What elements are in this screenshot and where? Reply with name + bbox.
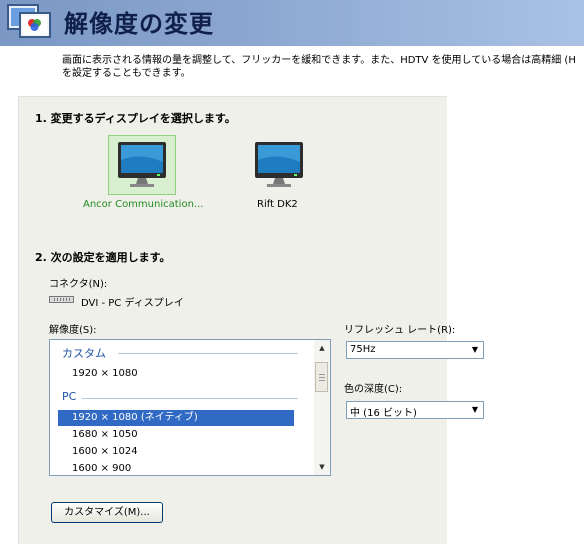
- group-divider: [82, 398, 298, 399]
- list-item-selected[interactable]: 1920 × 1080 (ネイティブ): [58, 410, 294, 426]
- description-text: 画面に表示される情報の量を調整して、フリッカーを緩和できます。また、HDTV を…: [62, 55, 576, 79]
- resolution-list[interactable]: カスタム 1920 × 1080 PC 1920 × 1080 (ネイティブ) …: [49, 339, 331, 476]
- settings-panel: 1. 変更するディスプレイを選択します。 Ancor Communication…: [18, 96, 447, 544]
- group-header-pc: PC: [62, 390, 77, 403]
- color-depth-value: 中 (16 ビット): [350, 408, 417, 419]
- step1-title: 1. 変更するディスプレイを選択します。: [35, 112, 236, 125]
- scroll-thumb[interactable]: [315, 362, 328, 392]
- refresh-rate-label: リフレッシュ レート(R):: [344, 325, 456, 336]
- monitor-icon: [255, 142, 303, 187]
- customize-button[interactable]: カスタマイズ(M)...: [51, 502, 163, 523]
- connector-label: コネクタ(N):: [49, 279, 108, 290]
- chevron-down-icon: ▼: [471, 345, 479, 354]
- connector-icon: [49, 296, 74, 303]
- step2-title: 2. 次の設定を適用します。: [35, 251, 171, 264]
- color-depth-label: 色の深度(C):: [344, 384, 403, 395]
- monitor-2-label: Rift DK2: [257, 199, 298, 210]
- group-header-custom: カスタム: [62, 347, 106, 360]
- list-item[interactable]: 1680 × 1050: [58, 427, 294, 443]
- chevron-down-icon: ▼: [471, 405, 479, 414]
- display-settings-icon: [6, 3, 58, 46]
- refresh-rate-value: 75Hz: [350, 344, 376, 355]
- refresh-rate-select[interactable]: 75Hz ▼: [346, 341, 484, 359]
- group-divider: [118, 353, 298, 354]
- vertical-scrollbar[interactable]: ▲ ▼: [314, 340, 330, 475]
- resolution-label: 解像度(S):: [49, 325, 97, 336]
- scroll-down-icon[interactable]: ▼: [314, 459, 330, 475]
- color-depth-select[interactable]: 中 (16 ビット) ▼: [346, 401, 484, 419]
- list-item[interactable]: 1600 × 900: [58, 461, 294, 475]
- list-item[interactable]: 1920 × 1080: [58, 366, 294, 382]
- monitor-2-button[interactable]: [245, 135, 313, 195]
- monitor-icon: [118, 142, 166, 187]
- list-item[interactable]: 1600 × 1024: [58, 444, 294, 460]
- scroll-up-icon[interactable]: ▲: [314, 340, 330, 356]
- page-title: 解像度の変更: [64, 10, 214, 38]
- monitor-1-button[interactable]: [108, 135, 176, 195]
- title-banner: 解像度の変更: [0, 0, 584, 46]
- connector-value: DVI - PC ディスプレイ: [81, 298, 184, 309]
- monitor-1-label: Ancor Communication...: [83, 199, 204, 210]
